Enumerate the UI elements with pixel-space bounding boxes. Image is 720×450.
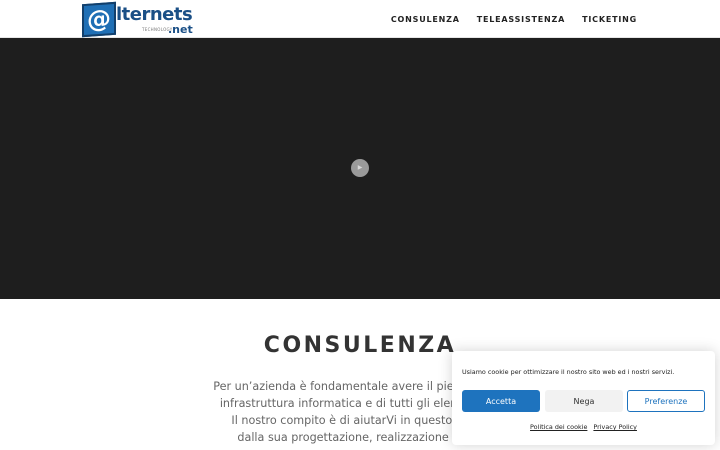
deny-button[interactable]: Nega [545,390,623,412]
accept-button[interactable]: Accetta [462,390,540,412]
cookie-policy-link[interactable]: Politica dei cookie [530,423,587,431]
nav-item-teleassistenza[interactable]: TELEASSISTENZA [477,15,565,24]
play-icon: ▶ [357,164,363,171]
logo-at-symbol: @ [87,4,111,34]
site-logo[interactable]: @ lternets TECHNOLOGY .net [82,1,193,38]
cookie-links: Politica dei cookie Privacy Policy [452,423,715,431]
nav-item-ticketing[interactable]: TICKETING [582,15,637,24]
preferences-button[interactable]: Preferenze [627,390,705,412]
site-header: @ lternets TECHNOLOGY .net CONSULENZA TE… [0,0,720,38]
cookie-banner: Usiamo cookie per ottimizzare il nostro … [452,351,715,445]
nav-item-consulenza[interactable]: CONSULENZA [391,15,460,24]
page: @ lternets TECHNOLOGY .net CONSULENZA TE… [0,0,720,450]
cookie-message: Usiamo cookie per ottimizzare il nostro … [462,368,675,376]
privacy-policy-link[interactable]: Privacy Policy [593,423,637,431]
main-nav: CONSULENZA TELEASSISTENZA TICKETING [391,0,637,38]
logo-badge: @ [82,1,116,38]
logo-domain-suffix: .net [168,23,193,36]
hero-video[interactable]: ▶ [0,38,720,299]
logo-wordmark: lternets [116,4,193,25]
play-button[interactable]: ▶ [351,159,369,177]
